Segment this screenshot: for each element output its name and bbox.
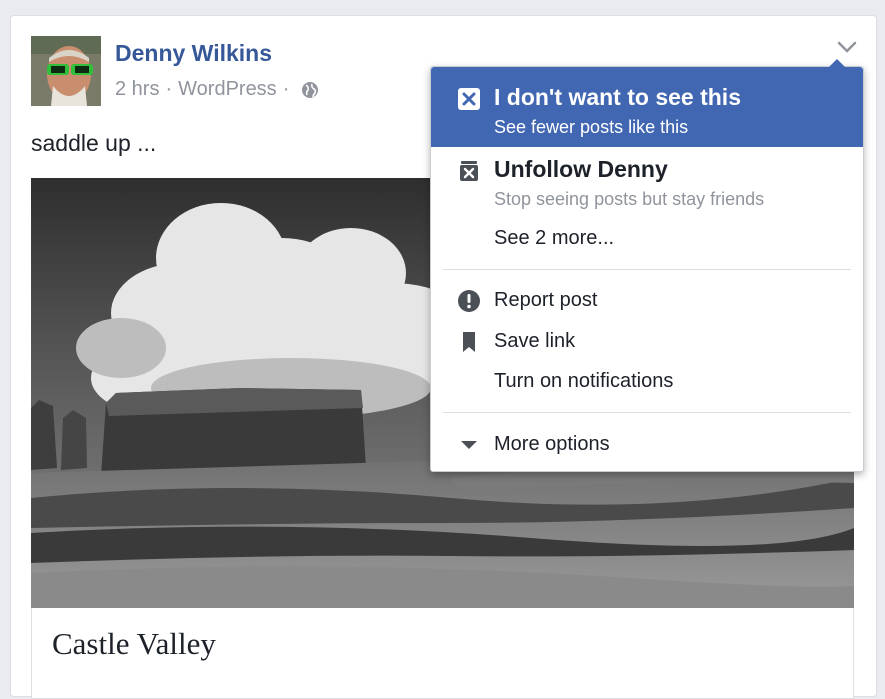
post-time[interactable]: 2 hrs — [115, 78, 159, 101]
post-meta: 2 hrs · WordPress · — [115, 78, 319, 101]
menu-item-see-more[interactable]: See 2 more... — [494, 227, 614, 250]
caret-down-icon — [457, 433, 481, 457]
exclamation-icon — [457, 289, 481, 313]
post-options-menu: I don't want to see this See fewer posts… — [430, 59, 864, 472]
avatar[interactable] — [31, 36, 101, 106]
link-title[interactable]: Castle Valley — [52, 626, 216, 662]
meta-separator: · — [165, 78, 173, 100]
hide-post-subtitle: See fewer posts like this — [494, 117, 689, 137]
link-preview[interactable]: Castle Valley — [31, 608, 854, 699]
unfollow-subtitle: Stop seeing posts but stay friends — [494, 189, 765, 209]
globe-icon[interactable] — [301, 81, 319, 99]
post-source[interactable]: WordPress — [178, 78, 277, 101]
chevron-down-icon[interactable] — [835, 38, 859, 56]
meta-separator: · — [282, 78, 290, 100]
close-box-icon — [457, 87, 481, 111]
author-name[interactable]: Denny Wilkins — [115, 40, 272, 67]
trash-x-icon — [457, 159, 481, 183]
unfollow-title: Unfollow Denny — [494, 156, 668, 182]
menu-item-notifications[interactable]: Turn on notifications — [494, 370, 673, 393]
save-label: Save link — [494, 330, 576, 352]
menu-divider — [443, 412, 851, 413]
menu-item-hide-post[interactable]: I don't want to see this See fewer posts… — [431, 67, 863, 147]
more-options-label: More options — [494, 433, 610, 455]
bookmark-icon — [457, 330, 481, 354]
report-label: Report post — [494, 289, 598, 311]
menu-caret — [829, 59, 845, 67]
post-text: saddle up ... — [31, 130, 157, 156]
menu-divider — [443, 269, 851, 270]
hide-post-title: I don't want to see this — [494, 84, 741, 110]
